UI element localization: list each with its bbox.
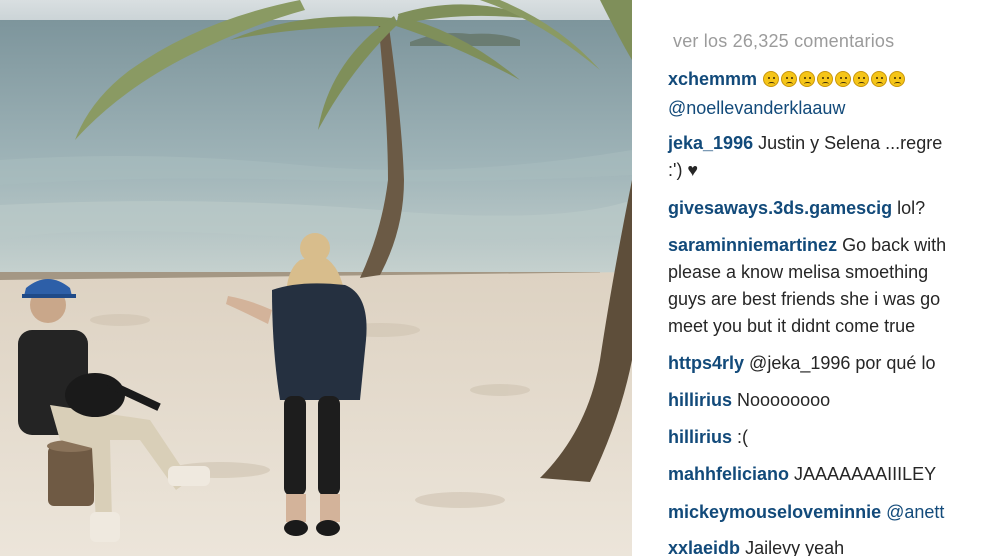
beach-photo-illustration [0, 0, 632, 556]
comment-username[interactable]: givesaways.3ds.gamescig [668, 198, 892, 218]
comment-text: Jailevy yeah [745, 538, 845, 556]
sad-face-emoji [871, 71, 888, 87]
comment-username[interactable]: xchemmm [668, 69, 757, 89]
comment-text: JAAAAAAAIIILEY [794, 464, 937, 484]
sad-face-emoji [799, 71, 816, 87]
mention-link[interactable]: @noellevanderklaauw [668, 98, 845, 118]
comment-text: Justin y Selena ...regre [758, 133, 943, 153]
comment-username[interactable]: jeka_1996 [668, 133, 753, 153]
comment-item: hillirius :( [668, 424, 748, 451]
view-all-comments-link[interactable]: ver los 26,325 comentarios [673, 31, 894, 52]
sad-face-emoji-row [763, 68, 907, 95]
comment-item: xxlaeidb Jailevy yeah [668, 535, 844, 556]
sad-face-emoji [817, 71, 834, 87]
comment-text: lol? [897, 198, 926, 218]
comment-username[interactable]: xxlaeidb [668, 538, 740, 556]
comment-text-continued: guys are best friends she i was go [668, 289, 941, 309]
comment-text-continued: meet you but it didnt come true [668, 316, 916, 336]
comment-text: @jeka_1996 por qué lo [749, 353, 936, 373]
comment-item: https4rly @jeka_1996 por qué lo [668, 350, 935, 377]
comment-item: mahhfeliciano JAAAAAAAIIILEY [668, 461, 936, 488]
comment-text: :( [737, 427, 749, 447]
comment-item: jeka_1996 Justin y Selena ...regre :') ♥ [668, 130, 942, 184]
comment-text-continued: :') ♥ [668, 160, 699, 180]
sad-face-emoji [853, 71, 870, 87]
comment-username[interactable]: hillirius [668, 390, 732, 410]
instagram-post-view: ver los 26,325 comentarios xchemmm @noel… [0, 0, 990, 556]
comment-username[interactable]: mickeymouseloveminnie [668, 502, 881, 522]
post-photo[interactable] [0, 0, 632, 556]
comment-item: mickeymouseloveminnie @anett [668, 499, 944, 526]
comment-item: hillirius Noooooooo [668, 387, 830, 414]
comment-text: Noooooooo [737, 390, 831, 410]
comment-item: saraminniemartinez Go back with please a… [668, 232, 946, 340]
sad-face-emoji [835, 71, 852, 87]
comment-username[interactable]: saraminniemartinez [668, 235, 837, 255]
sad-face-emoji [889, 71, 906, 87]
comment-item: givesaways.3ds.gamescig lol? [668, 195, 925, 222]
comment-item: xchemmm @noellevanderklaauw [668, 66, 907, 122]
sad-face-emoji [763, 71, 780, 87]
mention-link[interactable]: @anett [886, 502, 944, 522]
comments-panel: ver los 26,325 comentarios xchemmm @noel… [632, 0, 990, 556]
comment-username[interactable]: mahhfeliciano [668, 464, 789, 484]
comment-text-continued: please a know melisa smoething [668, 262, 929, 282]
comment-username[interactable]: hillirius [668, 427, 732, 447]
sad-face-emoji [781, 71, 798, 87]
comment-text: Go back with [842, 235, 947, 255]
comment-username[interactable]: https4rly [668, 353, 744, 373]
